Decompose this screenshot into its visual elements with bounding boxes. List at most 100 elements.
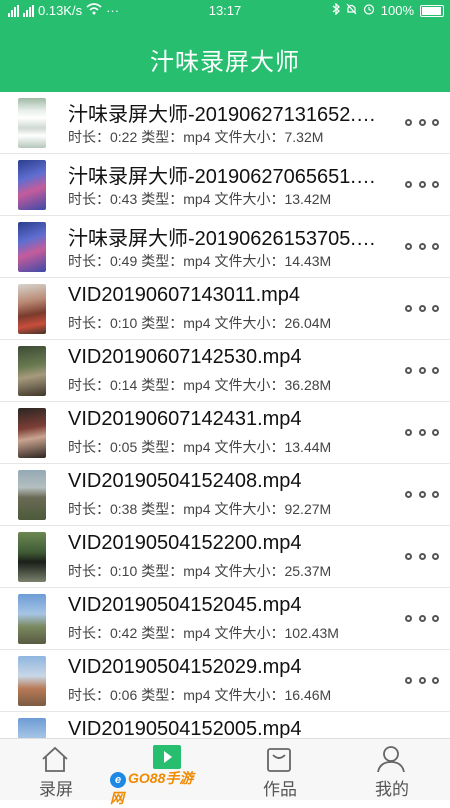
person-icon <box>376 745 406 773</box>
tab-mine[interactable]: 我的 <box>336 739 448 801</box>
video-file-name: VID20190504152408.mp4 <box>68 470 302 492</box>
video-size: 文件大小：102.43M <box>214 625 339 641</box>
more-options-icon[interactable] <box>405 610 439 626</box>
video-thumbnail[interactable] <box>18 284 46 334</box>
video-size: 文件大小：26.04M <box>214 315 332 331</box>
video-file-name: 汁味录屏大师-20190626153705.… <box>68 228 376 250</box>
bluetooth-icon <box>332 2 340 18</box>
video-type: 类型：mp4 <box>141 439 211 455</box>
tab-works[interactable]: 作品 <box>224 739 336 801</box>
video-duration: 时长：0:22 <box>68 129 138 145</box>
status-right: 100% <box>332 2 444 18</box>
video-list-item[interactable]: 汁味录屏大师-20190626153705.… 时长：0:49 类型：mp4 文件大小… <box>0 216 450 278</box>
video-meta: 时长：0:22 类型：mp4 文件大小：7.32M <box>68 127 323 147</box>
more-options-icon[interactable] <box>405 486 439 502</box>
video-duration: 时长：0:10 <box>68 315 138 331</box>
bottom-tab-bar: 录屏 作品 我的 <box>0 738 450 800</box>
video-thumbnail[interactable] <box>18 98 46 148</box>
video-list-item[interactable]: VID20190504152200.mp4 时长：0:10 类型：mp4 文件大小：2… <box>0 526 450 588</box>
dot-icon <box>405 428 412 436</box>
video-list-item[interactable]: VID20190504152029.mp4 时长：0:06 类型：mp4 文件大小：1… <box>0 650 450 712</box>
video-meta: 时长：0:10 类型：mp4 文件大小：25.37M <box>68 561 331 581</box>
dot-icon <box>418 490 426 498</box>
video-size: 文件大小：16.46M <box>214 687 332 703</box>
more-options-icon[interactable] <box>405 362 439 378</box>
tab-mine-label: 我的 <box>375 780 409 799</box>
video-type: 类型：mp4 <box>141 687 211 703</box>
dot-icon <box>405 180 412 188</box>
dot-icon <box>405 552 412 560</box>
tab-works-label: 作品 <box>263 780 297 799</box>
video-size: 文件大小：25.37M <box>214 563 332 579</box>
video-type: 类型：mp4 <box>141 191 211 207</box>
more-options-icon[interactable] <box>405 114 439 130</box>
battery-level: 100% <box>380 3 414 18</box>
video-meta: 时长：0:38 类型：mp4 文件大小：92.27M <box>68 499 331 519</box>
dot-icon <box>432 428 439 436</box>
video-file-name: 汁味录屏大师-20190627131652.… <box>68 104 376 126</box>
alarm-icon <box>363 3 375 18</box>
dot-icon <box>418 242 426 250</box>
video-duration: 时长：0:42 <box>68 625 138 641</box>
more-options-icon[interactable] <box>405 300 439 316</box>
video-type: 类型：mp4 <box>141 315 211 331</box>
video-thumbnail[interactable] <box>18 222 46 272</box>
video-size: 文件大小：7.32M <box>214 129 324 145</box>
video-duration: 时长：0:06 <box>68 687 138 703</box>
more-options-icon[interactable] <box>405 238 439 254</box>
more-options-icon[interactable] <box>405 548 439 564</box>
video-meta: 时长：0:49 类型：mp4 文件大小：14.43M <box>68 251 331 271</box>
dot-icon <box>432 366 439 374</box>
more-options-icon[interactable] <box>405 176 439 192</box>
video-meta: 时长：0:43 类型：mp4 文件大小：13.42M <box>68 189 331 209</box>
video-duration: 时长：0:38 <box>68 501 138 517</box>
video-size: 文件大小：92.27M <box>214 501 332 517</box>
more-options-icon[interactable] <box>405 672 439 688</box>
dot-icon <box>432 118 439 126</box>
video-file-name: VID20190607143011.mp4 <box>68 284 301 306</box>
video-duration: 时长：0:10 <box>68 563 138 579</box>
video-meta: 时长：0:05 类型：mp4 文件大小：13.44M <box>68 437 331 457</box>
video-meta: 时长：0:10 类型：mp4 文件大小：26.04M <box>68 313 331 333</box>
dot-icon <box>405 614 412 622</box>
dot-icon <box>418 180 426 188</box>
video-list-item[interactable]: VID20190607143011.mp4 时长：0:10 类型：mp4 文件大小：2… <box>0 278 450 340</box>
video-list[interactable]: 汁味录屏大师-20190627131652.… 时长：0:22 类型：mp4 文件大小… <box>0 92 450 738</box>
video-file-name: VID20190504152029.mp4 <box>68 656 302 678</box>
dot-icon <box>405 490 412 498</box>
video-list-item[interactable]: 汁味录屏大师-20190627131652.… 时长：0:22 类型：mp4 文件大小… <box>0 92 450 154</box>
video-thumbnail[interactable] <box>18 656 46 706</box>
watermark-logo: e GO88手游网 <box>110 768 200 806</box>
video-meta: 时长：0:42 类型：mp4 文件大小：102.43M <box>68 623 339 643</box>
tab-record-label: 录屏 <box>39 780 73 799</box>
mute-bell-icon <box>346 3 357 18</box>
video-list-item[interactable]: VID20190504152005.mp4 <box>0 712 450 738</box>
video-thumbnail[interactable] <box>18 408 46 458</box>
dot-icon <box>432 614 439 622</box>
dot-icon <box>418 428 426 436</box>
video-thumbnail[interactable] <box>18 160 46 210</box>
video-duration: 时长：0:43 <box>68 191 138 207</box>
video-file-name: VID20190504152045.mp4 <box>68 594 302 616</box>
video-file-name: 汁味录屏大师-20190627065651.… <box>68 166 376 188</box>
video-list-item[interactable]: VID20190607142431.mp4 时长：0:05 类型：mp4 文件大小：1… <box>0 402 450 464</box>
more-options-icon[interactable] <box>405 424 439 440</box>
video-list-item[interactable]: VID20190504152408.mp4 时长：0:38 类型：mp4 文件大小：9… <box>0 464 450 526</box>
dot-icon <box>405 118 412 126</box>
dot-icon <box>432 676 439 684</box>
dot-icon <box>418 614 426 622</box>
home-icon <box>40 745 70 773</box>
video-list-item[interactable]: 汁味录屏大师-20190627065651.… 时长：0:43 类型：mp4 文件大小… <box>0 154 450 216</box>
video-list-item[interactable]: VID20190607142530.mp4 时长：0:14 类型：mp4 文件大小：3… <box>0 340 450 402</box>
video-list-item[interactable]: VID20190504152045.mp4 时长：0:42 类型：mp4 文件大小：1… <box>0 588 450 650</box>
battery-icon <box>420 4 444 17</box>
video-thumbnail[interactable] <box>18 346 46 396</box>
dot-icon <box>405 676 412 684</box>
video-thumbnail[interactable] <box>18 718 46 738</box>
video-thumbnail[interactable] <box>18 532 46 582</box>
video-file-name: VID20190607142431.mp4 <box>68 408 302 430</box>
video-thumbnail[interactable] <box>18 470 46 520</box>
video-size: 文件大小：13.42M <box>214 191 332 207</box>
video-thumbnail[interactable] <box>18 594 46 644</box>
tab-record[interactable]: 录屏 <box>0 739 112 801</box>
